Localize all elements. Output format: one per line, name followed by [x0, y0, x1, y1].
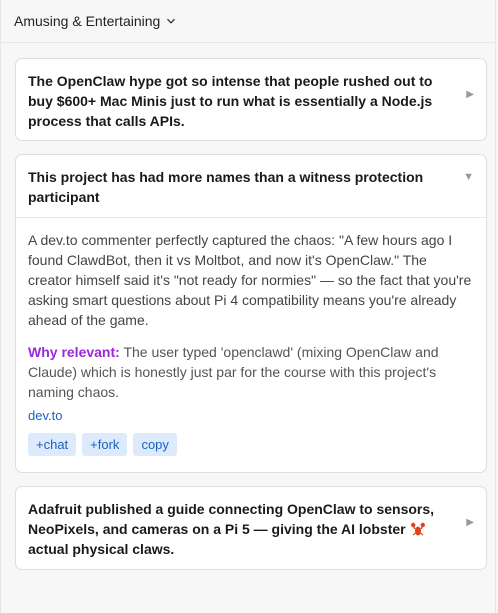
card-header[interactable]: The OpenClaw hype got so intense that pe…	[16, 59, 486, 141]
topics-panel: Amusing & Entertaining The OpenClaw hype…	[0, 0, 496, 613]
copy-chip[interactable]: copy	[133, 433, 177, 456]
expand-arrow-icon[interactable]: ▶	[466, 517, 474, 528]
topic-card: Adafruit published a guide connecting Op…	[15, 486, 487, 570]
section-header[interactable]: Amusing & Entertaining	[1, 0, 495, 43]
source-link[interactable]: dev.to	[28, 408, 62, 423]
action-chips: +chat +fork copy	[28, 433, 474, 456]
section-title: Amusing & Entertaining	[14, 13, 161, 29]
topic-card: The OpenClaw hype got so intense that pe…	[15, 58, 487, 141]
collapse-arrow-icon[interactable]: ▼	[463, 171, 474, 183]
card-body: A dev.to commenter perfectly captured th…	[16, 217, 486, 468]
card-title: Adafruit published a guide connecting Op…	[28, 499, 448, 559]
card-title-suffix: actual physical claws.	[28, 541, 175, 557]
fork-chip[interactable]: +fork	[82, 433, 128, 456]
card-title-text: Adafruit published a guide connecting Op…	[28, 501, 435, 537]
lobster-icon	[410, 522, 425, 536]
expand-arrow-icon[interactable]: ▶	[466, 89, 474, 100]
card-description: A dev.to commenter perfectly captured th…	[28, 232, 472, 328]
topic-card-expanded: This project has had more names than a w…	[15, 154, 487, 473]
card-header[interactable]: Adafruit published a guide connecting Op…	[16, 487, 486, 569]
card-title: The OpenClaw hype got so intense that pe…	[28, 73, 433, 129]
why-relevant: Why relevant: The user typed 'openclawd'…	[28, 342, 474, 402]
chevron-down-icon	[167, 18, 176, 24]
chat-chip[interactable]: +chat	[28, 433, 77, 456]
why-relevant-label: Why relevant:	[28, 344, 120, 360]
card-header[interactable]: This project has had more names than a w…	[16, 155, 486, 217]
card-title: This project has had more names than a w…	[28, 169, 424, 205]
